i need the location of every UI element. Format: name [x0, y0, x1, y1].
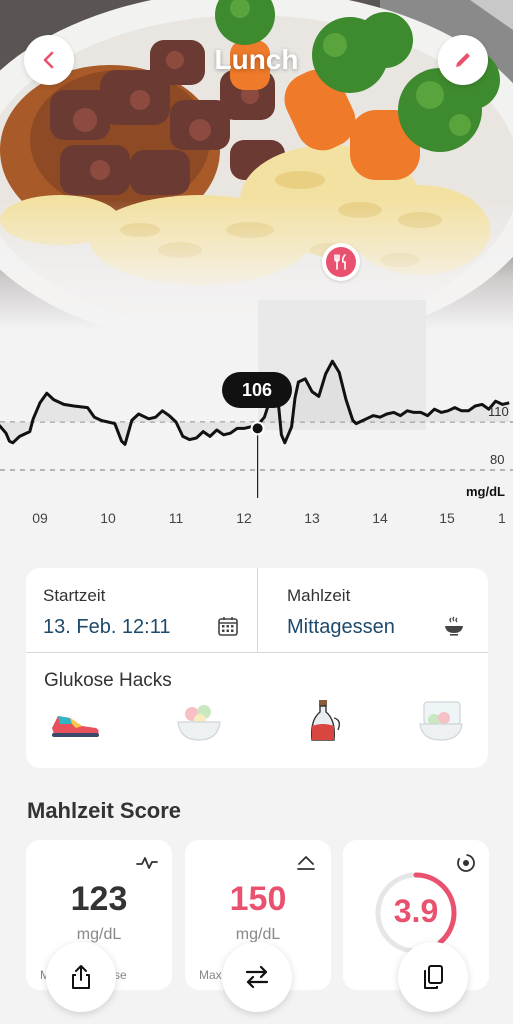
share-button[interactable]: [46, 942, 116, 1012]
x-tick-label: 10: [100, 510, 116, 526]
x-tick-label: 11: [168, 510, 184, 526]
pencil-icon: [456, 53, 470, 67]
salad-icon: [177, 705, 221, 741]
meal-type-label: Mahlzeit: [287, 586, 351, 605]
glucose-hacks-title: Glukose Hacks: [44, 670, 172, 691]
hack-vinegar[interactable]: [296, 700, 350, 744]
bowl-salad-icon: [419, 701, 463, 741]
x-tick-label: 13: [304, 510, 320, 526]
reference-label-110: 110: [488, 404, 509, 419]
x-tick-label: 15: [439, 510, 455, 526]
divider: [26, 652, 488, 653]
swap-arrows-icon: [245, 965, 269, 989]
glucose-tooltip: 106: [222, 372, 292, 408]
start-time-label: Startzeit: [43, 586, 106, 605]
x-tick-label: 09: [32, 510, 48, 526]
calendar-icon: [218, 617, 238, 636]
peak-icon: [297, 856, 315, 870]
score-unit: mg/dL: [76, 926, 122, 943]
score-value: 3.9: [393, 893, 439, 929]
score-value: 150: [229, 880, 287, 918]
meal-type-field[interactable]: Mahlzeit Mittagessen: [258, 568, 488, 652]
x-tick-label: 1: [498, 510, 506, 526]
swap-button[interactable]: [222, 942, 292, 1012]
meal-info-card: Startzeit 13. Feb. 12:11 Mahlzeit Mittag…: [26, 568, 488, 768]
hack-salad[interactable]: [172, 700, 226, 744]
edit-button[interactable]: [438, 35, 488, 85]
glucose-chart-canvas: [0, 300, 513, 498]
meal-score-title: Mahlzeit Score: [27, 798, 182, 823]
share-icon: [72, 965, 90, 989]
vinegar-bottle-icon: [310, 700, 341, 741]
x-tick-label: 14: [372, 510, 388, 526]
meal-marker[interactable]: [322, 243, 360, 281]
unit-label: mg/dL: [466, 484, 505, 499]
start-time-field[interactable]: Startzeit 13. Feb. 12:11: [26, 568, 257, 652]
fork-knife-icon: [334, 254, 346, 270]
hack-sneaker[interactable]: [48, 700, 102, 744]
bowl-icon: [445, 616, 463, 636]
meal-type-value: Mittagessen: [287, 616, 395, 638]
start-time-value: 13. Feb. 12:11: [43, 616, 171, 638]
x-tick-label: 12: [236, 510, 252, 526]
glucose-chart[interactable]: 106 110 80 mg/dL 09 10 11 12 13 14 15 1: [0, 300, 513, 540]
sneaker-icon: [52, 716, 99, 737]
selected-point[interactable]: [250, 421, 265, 436]
score-value: 123: [70, 880, 128, 918]
reference-label-80: 80: [490, 452, 505, 467]
hack-bowl-salad[interactable]: [414, 700, 468, 744]
pulse-icon: [136, 857, 158, 869]
copy-button[interactable]: [398, 942, 468, 1012]
copy-icon: [424, 965, 443, 989]
page-title: Lunch: [214, 44, 299, 75]
meal-detail-screen: Lunch 106 110 80 mg/dL 09 10 11 12 13 14…: [0, 0, 513, 1024]
